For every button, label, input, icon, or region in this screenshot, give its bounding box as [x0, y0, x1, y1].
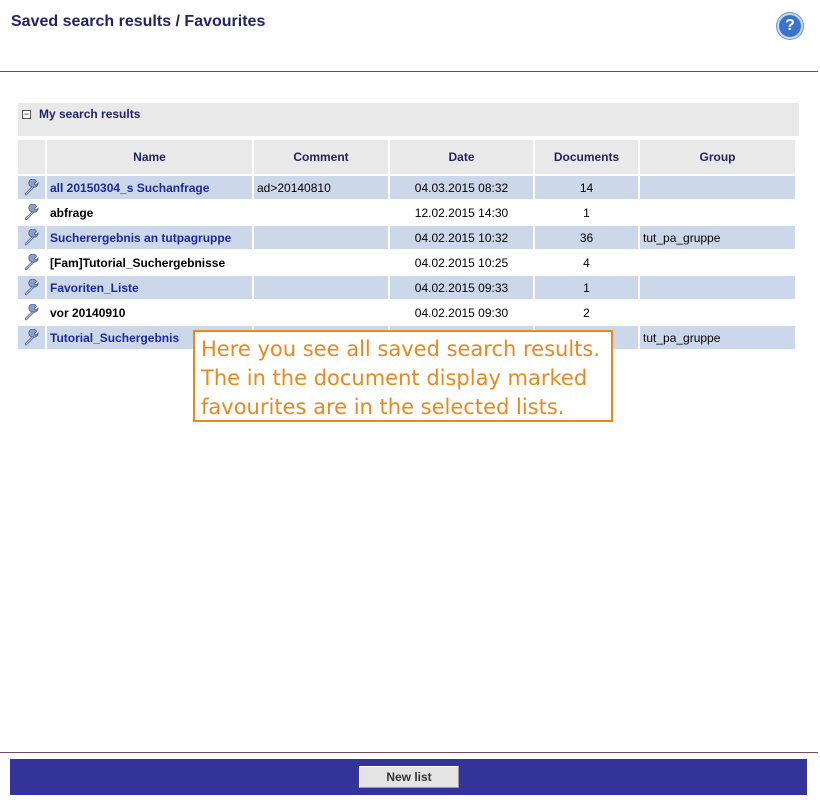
edit-icon-cell — [18, 201, 45, 226]
table-row[interactable]: abfrage 12.02.2015 14:30 1 — [18, 201, 795, 226]
wrench-icon[interactable] — [23, 303, 41, 322]
edit-icon-cell — [18, 226, 45, 251]
cell-documents: 4 — [535, 251, 638, 276]
search-results-table: Name Comment Date Documents Group all 20… — [16, 140, 797, 351]
cell-date: 04.02.2015 09:30 — [390, 301, 533, 326]
cell-name[interactable]: vor 20140910 — [47, 301, 252, 326]
cell-comment — [254, 276, 388, 301]
new-list-button[interactable]: New list — [359, 766, 459, 788]
tutorial-callout: Here you see all saved search results. T… — [193, 330, 613, 422]
cell-date: 04.02.2015 10:25 — [390, 251, 533, 276]
title-divider — [0, 71, 818, 72]
cell-date: 04.03.2015 08:32 — [390, 176, 533, 201]
cell-comment — [254, 301, 388, 326]
cell-comment — [254, 251, 388, 276]
cell-documents: 36 — [535, 226, 638, 251]
wrench-icon[interactable] — [23, 278, 41, 297]
column-header-date[interactable]: Date — [390, 140, 533, 176]
table-header-row: Name Comment Date Documents Group — [18, 140, 795, 176]
cell-documents: 1 — [535, 276, 638, 301]
table-row[interactable]: all 20150304_s Suchanfrage ad>20140810 04.… — [18, 176, 795, 201]
edit-icon-cell — [18, 326, 45, 351]
cell-name[interactable]: [Fam]Tutorial_Suchergebnisse — [47, 251, 252, 276]
edit-icon-cell — [18, 276, 45, 301]
cell-date: 04.02.2015 09:33 — [390, 276, 533, 301]
callout-line: favourites are in the selected lists. — [201, 395, 565, 419]
footer-divider — [0, 752, 818, 753]
table-row[interactable]: Favoriten_Liste 04.02.2015 09:33 1 — [18, 276, 795, 301]
cell-comment: ad>20140810 — [254, 176, 388, 201]
cell-group — [640, 251, 795, 276]
cell-group — [640, 276, 795, 301]
wrench-icon[interactable] — [23, 253, 41, 272]
cell-group — [640, 301, 795, 326]
wrench-icon[interactable] — [23, 203, 41, 222]
cell-date: 04.02.2015 10:32 — [390, 226, 533, 251]
column-header-name[interactable]: Name — [47, 140, 252, 176]
table-body: all 20150304_s Suchanfrage ad>20140810 04.… — [18, 176, 795, 351]
cell-group — [640, 176, 795, 201]
column-header-comment[interactable]: Comment — [254, 140, 388, 176]
callout-line: Here you see all saved search results. — [201, 337, 601, 361]
edit-icon-cell — [18, 251, 45, 276]
column-header-documents[interactable]: Documents — [535, 140, 638, 176]
wrench-icon[interactable] — [23, 178, 41, 197]
cell-documents: 2 — [535, 301, 638, 326]
section-title: My search results — [39, 107, 141, 121]
page-title: Saved search results / Favourites — [11, 13, 266, 30]
header-icon-column — [18, 140, 45, 176]
wrench-icon[interactable] — [23, 228, 41, 247]
edit-icon-cell — [18, 301, 45, 326]
collapse-icon[interactable]: − — [22, 110, 31, 119]
edit-icon-cell — [18, 176, 45, 201]
table-row[interactable]: vor 20140910 04.02.2015 09:30 2 — [18, 301, 795, 326]
cell-name[interactable]: all 20150304_s Suchanfrage — [47, 176, 252, 201]
cell-group: tut_pa_gruppe — [640, 326, 795, 351]
section-header-my-search-results: − My search results — [18, 103, 799, 136]
callout-line: The in the document display marked — [201, 366, 588, 390]
cell-date: 12.02.2015 14:30 — [390, 201, 533, 226]
help-icon[interactable]: ? — [777, 13, 803, 39]
cell-comment — [254, 226, 388, 251]
cell-name[interactable]: Sucherergebnis an tutpagruppe — [47, 226, 252, 251]
table-row[interactable]: [Fam]Tutorial_Suchergebnisse 04.02.2015 1… — [18, 251, 795, 276]
cell-documents: 1 — [535, 201, 638, 226]
wrench-icon[interactable] — [23, 328, 41, 347]
cell-name[interactable]: abfrage — [47, 201, 252, 226]
cell-group — [640, 201, 795, 226]
table-row[interactable]: Sucherergebnis an tutpagruppe 04.02.2015 … — [18, 226, 795, 251]
cell-name[interactable]: Favoriten_Liste — [47, 276, 252, 301]
footer-toolbar: New list — [10, 759, 807, 795]
column-header-group[interactable]: Group — [640, 140, 795, 176]
cell-documents: 14 — [535, 176, 638, 201]
cell-comment — [254, 201, 388, 226]
cell-group: tut_pa_gruppe — [640, 226, 795, 251]
